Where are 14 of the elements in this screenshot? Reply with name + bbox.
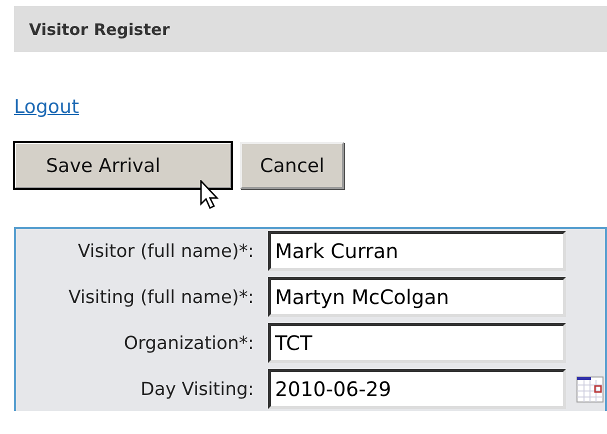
cursor-icon <box>200 180 220 210</box>
cancel-button[interactable]: Cancel <box>240 142 344 189</box>
input-field[interactable]: TCT <box>268 323 566 363</box>
logout-link[interactable]: Logout <box>14 96 80 118</box>
field-label: Day Visiting: <box>139 378 255 400</box>
field-label: Organization*: <box>122 332 255 354</box>
page-title: Visitor Register <box>28 20 170 38</box>
save-button[interactable]: Save Arrival <box>14 142 232 189</box>
field-label: Visitor (full name)*: <box>76 240 255 262</box>
input-field[interactable]: Martyn McColgan <box>268 277 566 317</box>
field-label: Visiting (full name)*: <box>67 286 255 308</box>
date-field[interactable]: 2010-06-29 <box>268 369 566 409</box>
input-field[interactable]: Mark Curran <box>268 231 566 271</box>
calendar-icon[interactable] <box>576 375 604 403</box>
